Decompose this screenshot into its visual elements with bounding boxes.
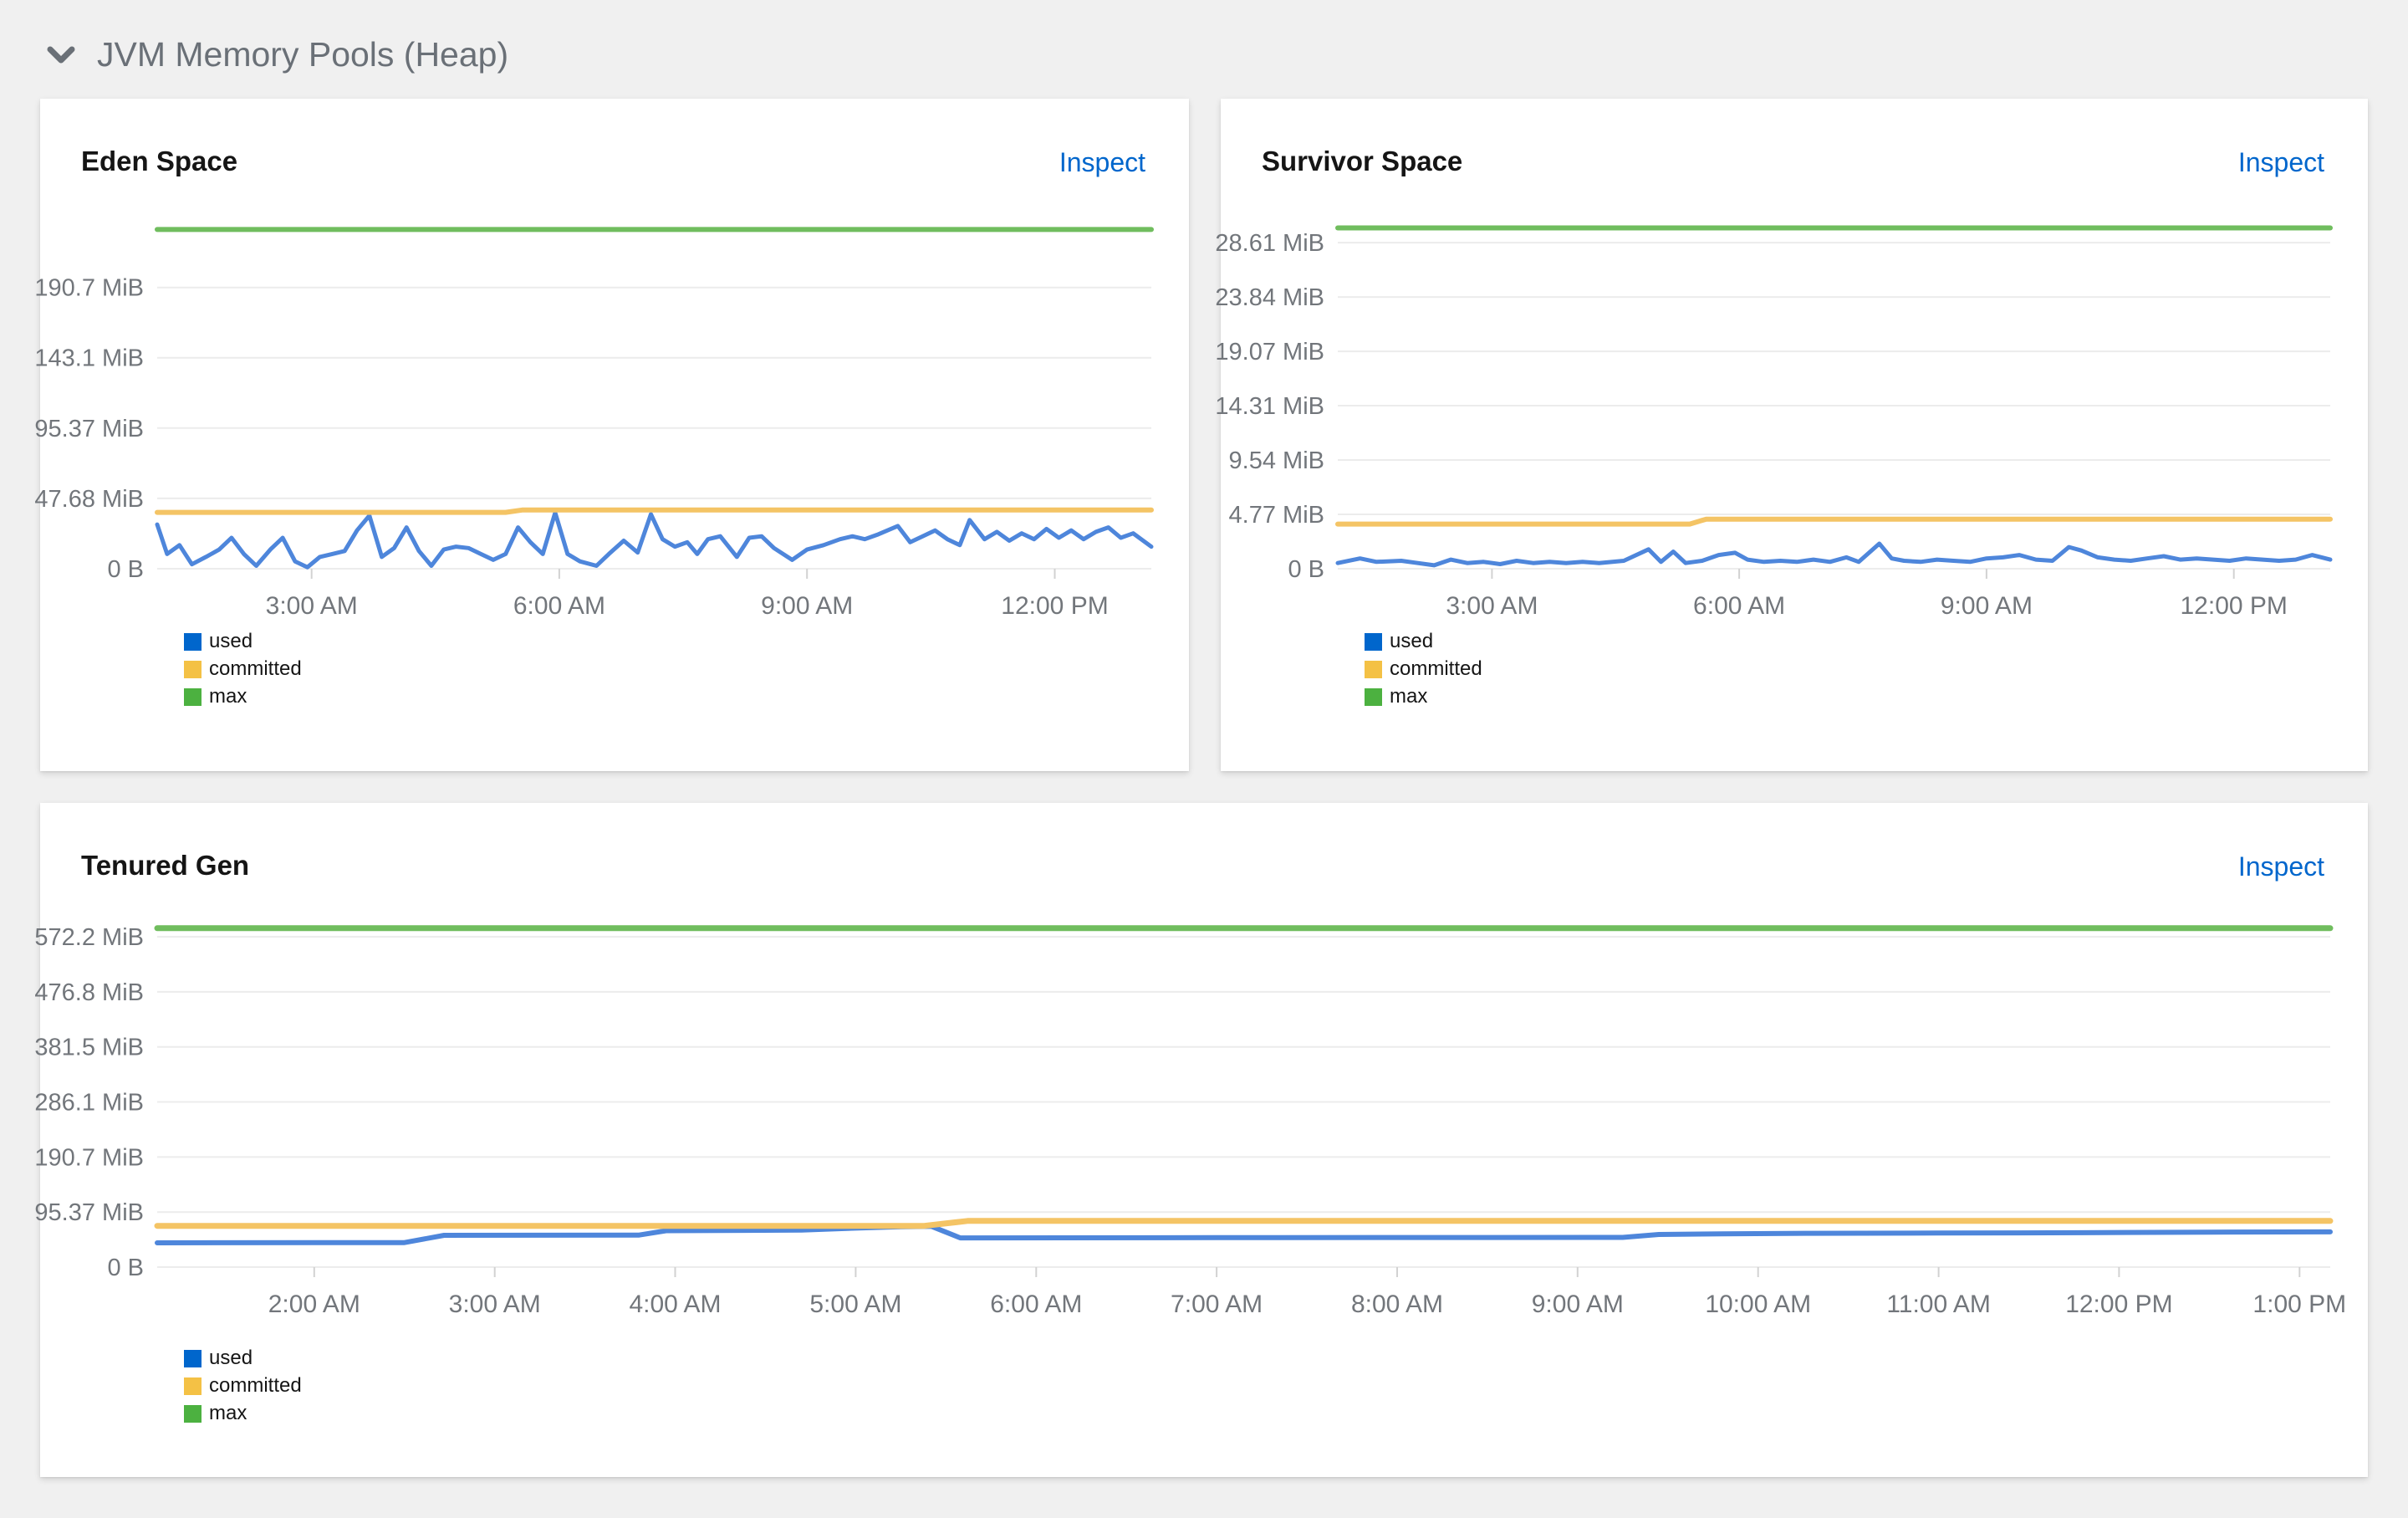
legend-item-committed[interactable]: committed xyxy=(1365,657,1482,680)
svg-text:9:00 AM: 9:00 AM xyxy=(1532,1291,1624,1318)
svg-text:0 B: 0 B xyxy=(107,1255,144,1281)
svg-text:143.1 MiB: 143.1 MiB xyxy=(34,345,144,372)
inspect-link[interactable]: Inspect xyxy=(2238,147,2324,178)
svg-text:95.37 MiB: 95.37 MiB xyxy=(34,416,144,442)
legend-swatch-used xyxy=(184,632,202,651)
legend-label-committed: committed xyxy=(209,1374,302,1397)
legend-item-committed[interactable]: committed xyxy=(184,1374,302,1397)
svg-text:47.68 MiB: 47.68 MiB xyxy=(34,486,144,513)
legend-label-committed: committed xyxy=(209,657,302,680)
svg-text:9:00 AM: 9:00 AM xyxy=(1941,592,2033,620)
legend-label-used: used xyxy=(1390,630,1434,652)
legend-item-max[interactable]: max xyxy=(1365,685,1482,708)
legend-item-used[interactable]: used xyxy=(1365,630,1482,652)
legend-item-used[interactable]: used xyxy=(184,630,302,652)
legend-swatch-max xyxy=(1365,687,1382,706)
panel-title: Survivor Space xyxy=(1262,146,1463,176)
svg-text:190.7 MiB: 190.7 MiB xyxy=(34,1144,144,1171)
chart-legend: used committed max xyxy=(184,1347,302,1424)
eden-space-chart[interactable]: 190.7 MiB 143.1 MiB 95.37 MiB 47.68 MiB 0 B 3… xyxy=(34,207,1154,743)
svg-text:190.7 MiB: 190.7 MiB xyxy=(34,275,144,302)
inspect-link[interactable]: Inspect xyxy=(2238,851,2324,882)
svg-text:4.77 MiB: 4.77 MiB xyxy=(1229,502,1324,529)
legend-swatch-committed xyxy=(184,1377,202,1395)
svg-text:5:00 AM: 5:00 AM xyxy=(809,1291,901,1318)
svg-text:7:00 AM: 7:00 AM xyxy=(1171,1291,1263,1318)
svg-text:2:00 AM: 2:00 AM xyxy=(268,1291,360,1318)
panel-tenured-gen: Tenured Gen Inspect 572.2 MiB 476.8 MiB 38… xyxy=(34,803,2368,1477)
svg-text:95.37 MiB: 95.37 MiB xyxy=(34,1199,144,1226)
svg-text:381.5 MiB: 381.5 MiB xyxy=(34,1035,144,1061)
svg-text:3:00 AM: 3:00 AM xyxy=(449,1291,541,1318)
svg-text:6:00 AM: 6:00 AM xyxy=(513,592,605,620)
legend-swatch-used xyxy=(1365,632,1382,651)
svg-text:28.61 MiB: 28.61 MiB xyxy=(1215,230,1324,257)
chart-legend: used committed max xyxy=(184,630,302,708)
chart-legend: used committed max xyxy=(1365,630,1482,708)
legend-item-committed[interactable]: committed xyxy=(184,657,302,680)
legend-label-max: max xyxy=(1390,685,1428,708)
svg-text:572.2 MiB: 572.2 MiB xyxy=(34,924,144,951)
svg-text:19.07 MiB: 19.07 MiB xyxy=(1215,339,1324,365)
svg-text:10:00 AM: 10:00 AM xyxy=(1705,1291,1811,1318)
svg-text:0 B: 0 B xyxy=(107,556,144,583)
tenured-gen-chart[interactable]: 572.2 MiB 476.8 MiB 381.5 MiB 286.1 MiB 190.… xyxy=(34,907,2346,1426)
svg-text:3:00 AM: 3:00 AM xyxy=(266,592,358,620)
svg-text:6:00 AM: 6:00 AM xyxy=(990,1291,1082,1318)
svg-text:8:00 AM: 8:00 AM xyxy=(1351,1291,1443,1318)
legend-swatch-used xyxy=(184,1349,202,1367)
panel-eden-space: Eden Space Inspect 190.7 MiB 143.1 MiB 95.… xyxy=(34,99,1189,771)
svg-text:4:00 AM: 4:00 AM xyxy=(629,1291,721,1318)
svg-text:476.8 MiB: 476.8 MiB xyxy=(34,979,144,1006)
svg-text:11:00 AM: 11:00 AM xyxy=(1886,1291,1991,1318)
legend-label-used: used xyxy=(209,630,253,652)
svg-text:1:00 PM: 1:00 PM xyxy=(2252,1291,2346,1318)
svg-text:286.1 MiB: 286.1 MiB xyxy=(34,1090,144,1117)
svg-text:0 B: 0 B xyxy=(1288,556,1324,583)
svg-text:23.84 MiB: 23.84 MiB xyxy=(1215,284,1324,311)
chevron-down-icon[interactable] xyxy=(47,45,75,65)
legend-item-max[interactable]: max xyxy=(184,685,302,708)
legend-label-committed: committed xyxy=(1390,657,1482,680)
section-title: JVM Memory Pools (Heap) xyxy=(97,35,509,74)
inspect-link[interactable]: Inspect xyxy=(1059,147,1145,178)
svg-text:14.31 MiB: 14.31 MiB xyxy=(1215,393,1324,420)
survivor-space-chart[interactable]: 28.61 MiB 23.84 MiB 19.07 MiB 14.31 MiB 9.54… xyxy=(1215,207,2333,743)
dashboard-page: { "section": { "title": "JVM Memory Pool… xyxy=(0,0,2408,1518)
svg-text:12:00 PM: 12:00 PM xyxy=(2180,592,2287,620)
svg-text:12:00 PM: 12:00 PM xyxy=(1001,592,1108,620)
legend-label-max: max xyxy=(209,685,247,708)
legend-item-max[interactable]: max xyxy=(184,1402,302,1424)
legend-swatch-max xyxy=(184,687,202,706)
section-header-jvm-memory-pools[interactable]: JVM Memory Pools (Heap) xyxy=(47,35,508,74)
legend-swatch-committed xyxy=(1365,660,1382,678)
legend-label-used: used xyxy=(209,1347,253,1369)
svg-text:12:00 PM: 12:00 PM xyxy=(2065,1291,2172,1318)
chart-canvas: 572.2 MiB 476.8 MiB 381.5 MiB 286.1 MiB 190.… xyxy=(34,924,2346,1318)
legend-item-used[interactable]: used xyxy=(184,1347,302,1369)
svg-text:9:00 AM: 9:00 AM xyxy=(761,592,853,620)
panel-title: Eden Space xyxy=(81,146,238,176)
legend-label-max: max xyxy=(209,1402,247,1424)
svg-text:3:00 AM: 3:00 AM xyxy=(1446,592,1538,620)
legend-swatch-max xyxy=(184,1404,202,1423)
svg-text:6:00 AM: 6:00 AM xyxy=(1693,592,1785,620)
panel-title: Tenured Gen xyxy=(81,850,250,881)
legend-swatch-committed xyxy=(184,660,202,678)
svg-text:9.54 MiB: 9.54 MiB xyxy=(1229,447,1324,474)
panel-survivor-space: Survivor Space Inspect 28.61 MiB 23.84 Mi… xyxy=(1215,99,2368,771)
